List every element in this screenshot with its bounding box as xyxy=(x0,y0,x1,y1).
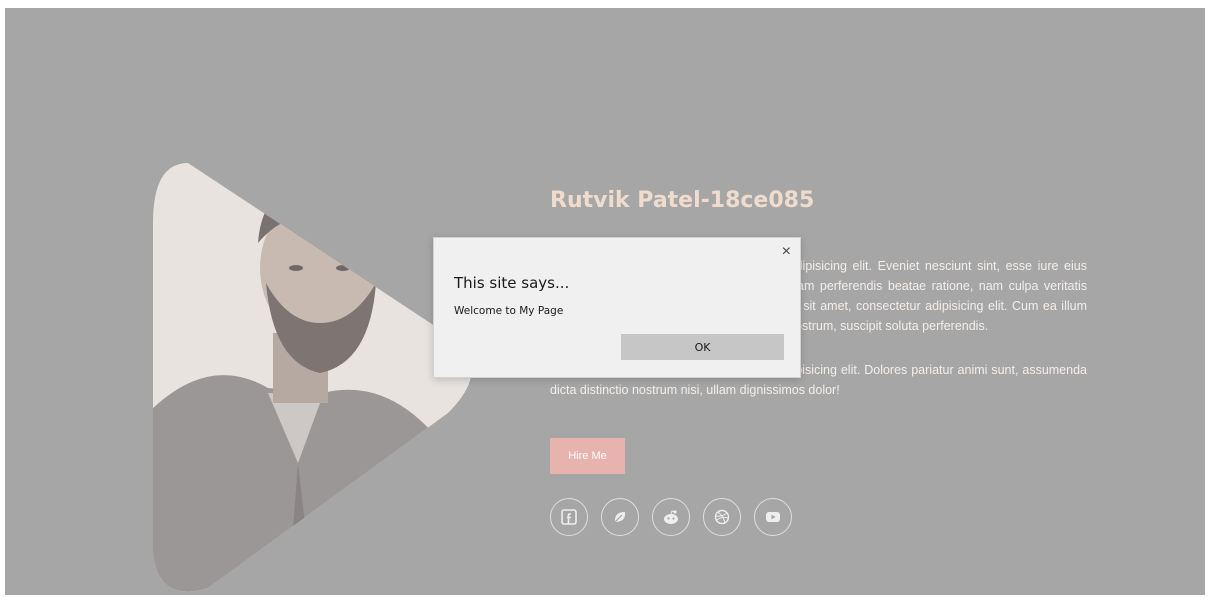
youtube-link[interactable] xyxy=(754,498,792,536)
leaf-link[interactable] xyxy=(601,498,639,536)
facebook-link[interactable] xyxy=(550,498,588,536)
youtube-icon xyxy=(766,512,780,522)
dribbble-link[interactable] xyxy=(703,498,741,536)
facebook-icon xyxy=(561,509,577,525)
dialog-message: Welcome to My Page xyxy=(454,305,564,317)
dribbble-icon xyxy=(714,509,730,525)
close-icon[interactable]: × xyxy=(782,244,791,260)
ok-button[interactable]: OK xyxy=(621,334,784,360)
hire-me-button[interactable]: Hire Me xyxy=(550,438,625,474)
dialog-title: This site says... xyxy=(454,274,570,292)
reddit-icon xyxy=(664,510,678,524)
reddit-link[interactable] xyxy=(652,498,690,536)
social-links xyxy=(550,498,792,536)
alert-dialog: × This site says... Welcome to My Page O… xyxy=(433,237,801,378)
leaf-icon xyxy=(614,512,626,523)
profile-name: Rutvik Patel-18ce085 xyxy=(550,188,815,213)
profile-photo xyxy=(148,163,503,595)
